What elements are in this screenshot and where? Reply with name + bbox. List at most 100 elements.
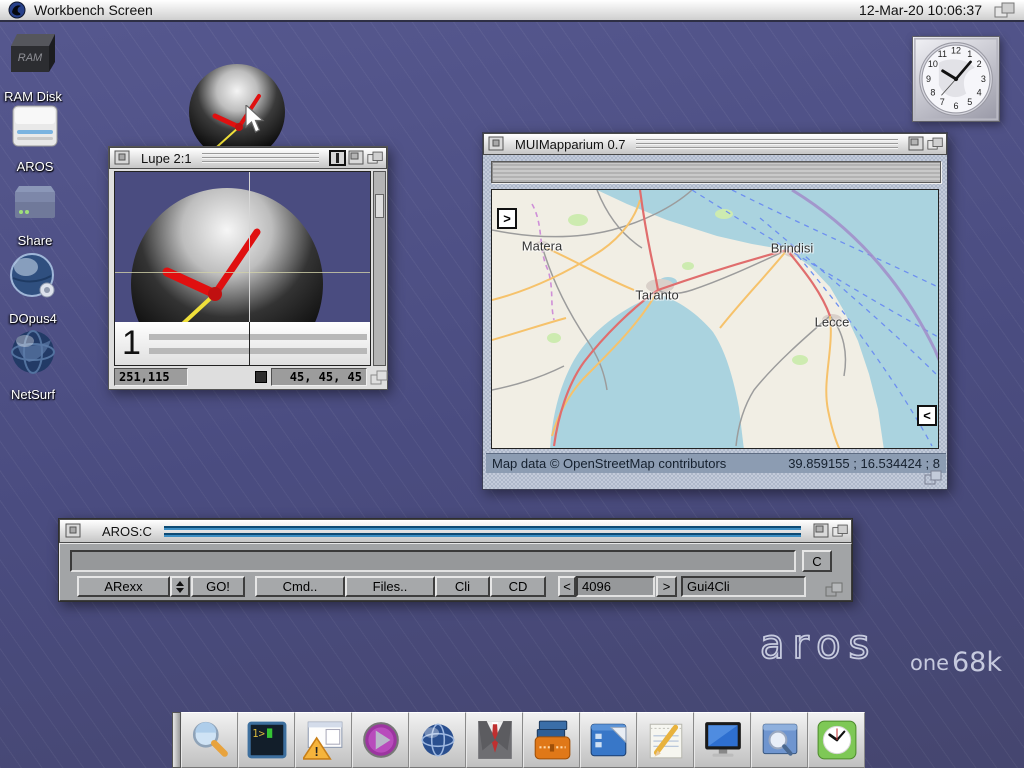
svg-text:9: 9 (926, 74, 931, 84)
lupe-crosshair-vertical (249, 172, 250, 366)
map-city-label: Brindisi (771, 241, 814, 256)
workbench-desktop: Workbench Screen 12-Mar-20 10:06:37 RAM … (0, 0, 1024, 768)
map-city-label: Matera (522, 239, 562, 254)
dock-item-clock[interactable] (808, 712, 865, 768)
dock-item-globe[interactable] (409, 712, 466, 768)
map-city-label: Lecce (815, 315, 850, 330)
svg-text:2: 2 (977, 59, 982, 69)
share-drive-icon (11, 178, 59, 224)
script-input[interactable]: Gui4Cli (681, 576, 806, 597)
dock-item-editor[interactable] (637, 712, 694, 768)
depth-gadget-icon[interactable] (832, 523, 849, 539)
lupe-magnified-view[interactable]: 1 (114, 171, 371, 366)
shell-terminal-icon: 1> (246, 719, 288, 761)
ram-disk-icon: RAM (5, 28, 61, 80)
dock-item-magnifier[interactable] (181, 712, 238, 768)
lupe-vertical-scrollbar[interactable] (373, 171, 386, 366)
clock-widget-window[interactable]: 12 1 2 3 4 5 6 7 8 9 10 11 (912, 36, 1000, 122)
shell-title: AROS:C (102, 524, 152, 539)
command-input[interactable] (70, 550, 796, 572)
screen-titlebar[interactable]: Workbench Screen 12-Mar-20 10:06:37 (0, 0, 1024, 22)
close-gadget-icon[interactable] (114, 150, 131, 166)
dopus4-sphere-icon (5, 250, 61, 302)
warning-window-icon: ! (303, 719, 345, 761)
lupe-magnified-titlebar: 1 (115, 322, 371, 366)
lupe-magnified-sphere (115, 172, 371, 322)
aros-logo-icon (8, 1, 26, 19)
cd-button[interactable]: CD (490, 576, 546, 597)
cli-button[interactable]: Cli (435, 576, 490, 597)
svg-text:7: 7 (940, 97, 945, 107)
cmd-button[interactable]: Cmd.. (255, 576, 345, 597)
screen-title: Workbench Screen (34, 2, 153, 18)
desktop-icon-netsurf[interactable]: NetSurf (0, 328, 66, 402)
zoom-gadget-icon[interactable] (348, 150, 365, 166)
screen-depth-gadget[interactable] (994, 2, 1016, 19)
zoom-gadget-icon[interactable] (908, 136, 925, 152)
lupe-scrollbar-knob[interactable] (375, 194, 384, 218)
depth-gadget-icon[interactable] (367, 150, 384, 166)
zoom-gadget-icon[interactable] (813, 523, 830, 539)
resize-gadget-icon[interactable] (825, 582, 843, 598)
files-button[interactable]: Files.. (345, 576, 435, 597)
mapparium-statusbar: Map data © OpenStreetMap contributors 39… (486, 453, 946, 473)
desktop-icon-ram-disk[interactable]: RAM RAM Disk (0, 28, 66, 104)
go-button[interactable]: GO! (191, 576, 245, 597)
map-sidebar-close-button[interactable]: < (917, 405, 937, 426)
shell-body: C ARexx GO! Cmd.. Files.. Cli CD < 4096 … (59, 543, 852, 601)
desktop-icon-label: AROS (2, 159, 68, 174)
map-view[interactable]: Matera Taranto Brindisi Lecce > < (491, 189, 939, 449)
window-magnifier-icon (759, 719, 801, 761)
svg-text:3: 3 (981, 74, 986, 84)
stack-decrease-button[interactable]: < (558, 576, 576, 597)
mouse-pointer (245, 105, 267, 135)
dock-item-requester[interactable]: ! (295, 712, 352, 768)
amidock: 1> ! (172, 712, 865, 768)
dock-item-monitor[interactable] (694, 712, 751, 768)
resize-gadget-icon[interactable] (924, 470, 942, 486)
svg-text:!: ! (314, 745, 318, 759)
svg-text:4: 4 (977, 87, 982, 97)
svg-text:12: 12 (951, 45, 961, 55)
svg-text:6: 6 (953, 101, 958, 111)
aros-disk-icon (9, 102, 61, 150)
stack-increase-button[interactable]: > (656, 576, 677, 597)
lupe-rgb-readout: 45, 45, 45 (271, 368, 367, 386)
depth-gadget-icon[interactable] (927, 136, 944, 152)
svg-text:1: 1 (967, 49, 972, 59)
shell-active-stripes (164, 525, 801, 538)
dock-item-archiver[interactable] (523, 712, 580, 768)
mapparium-toolbar-strip[interactable] (491, 161, 941, 183)
dock-item-shell[interactable]: 1> (238, 712, 295, 768)
logo-word-68k: 68k (952, 647, 1002, 676)
dock-item-viewer[interactable] (751, 712, 808, 768)
stack-input[interactable]: 4096 (576, 576, 655, 597)
arexx-select[interactable]: ARexx (77, 576, 170, 597)
play-button-icon (360, 719, 402, 761)
svg-text:5: 5 (967, 97, 972, 107)
dock-item-player[interactable] (352, 712, 409, 768)
desktop-icon-dopus4[interactable]: DOpus4 (0, 250, 66, 326)
desktop-icon-aros[interactable]: AROS (2, 102, 68, 174)
svg-text:1>: 1> (252, 728, 265, 740)
dock-handle[interactable] (172, 712, 181, 768)
resize-gadget-icon[interactable] (370, 370, 388, 386)
mapparium-titlebar[interactable]: MUIMapparium 0.7 (483, 133, 947, 155)
dock-item-snapshot[interactable] (580, 712, 637, 768)
map-attribution: Map data © OpenStreetMap contributors (492, 456, 726, 471)
business-suit-icon (474, 719, 516, 761)
aros-one-68k-logo: aros one 68k (752, 624, 1020, 676)
shell-titlebar[interactable]: AROS:C (59, 519, 852, 543)
desktop-icon-share[interactable]: Share (2, 178, 68, 248)
lupe-window: Lupe 2:1 (108, 146, 388, 390)
clear-button[interactable]: C (802, 550, 832, 572)
close-gadget-icon[interactable] (65, 523, 82, 539)
map-sidebar-open-button[interactable]: > (497, 208, 517, 229)
close-gadget-icon[interactable] (488, 136, 505, 152)
lupe-freeze-gadget[interactable] (329, 150, 346, 166)
lupe-titlebar[interactable]: Lupe 2:1 (109, 147, 387, 169)
arexx-cycle-gadget[interactable] (170, 576, 190, 597)
svg-text:8: 8 (930, 87, 935, 97)
dock-item-suit[interactable] (466, 712, 523, 768)
lupe-statusbar: 251,115 45, 45, 45 (109, 368, 389, 388)
